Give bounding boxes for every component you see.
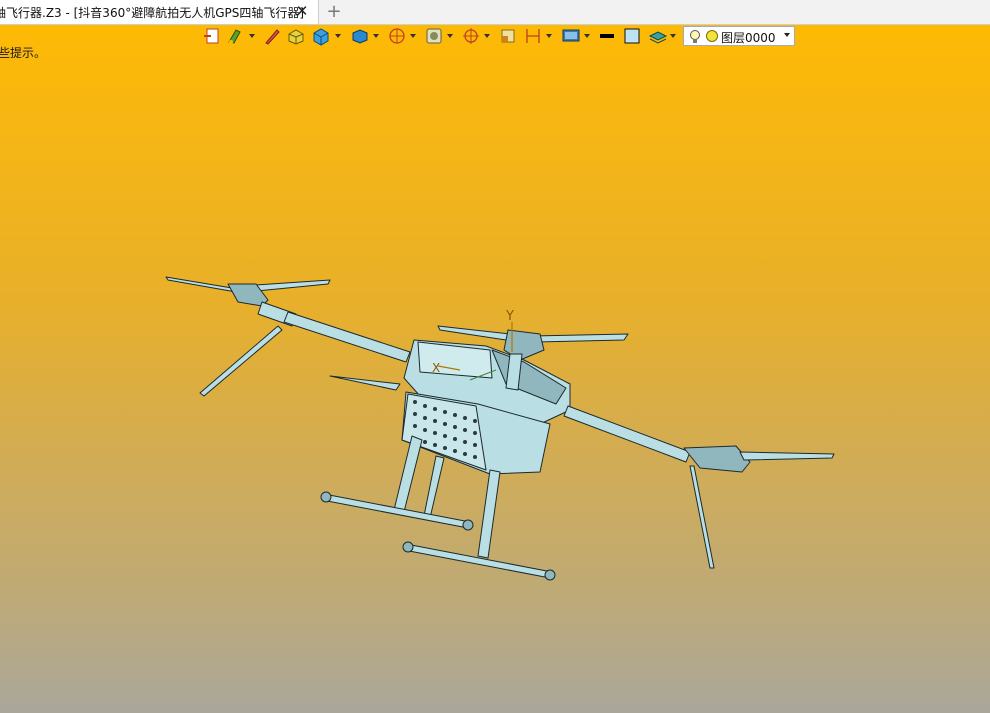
- box-dropdown-icon[interactable]: [335, 34, 341, 38]
- document-tab-title: 轴飞行器.Z3 - [抖音360°避障航拍无人机GPS四轴飞行器]: [0, 6, 305, 20]
- dimension-dropdown-icon[interactable]: [546, 34, 552, 38]
- document-tab[interactable]: 轴飞行器.Z3 - [抖音360°避障航拍无人机GPS四轴飞行器] ✕: [0, 0, 319, 24]
- layer-color-icon[interactable]: [706, 30, 718, 42]
- tab-bar: 轴飞行器.Z3 - [抖音360°避障航拍无人机GPS四轴飞行器] ✕ +: [0, 0, 990, 25]
- axis-x-label: X: [432, 361, 440, 375]
- dimension-icon[interactable]: [523, 26, 543, 48]
- display-dropdown-icon[interactable]: [584, 34, 590, 38]
- target-icon[interactable]: [461, 26, 481, 48]
- cad-application: 轴飞行器.Z3 - [抖音360°避障航拍无人机GPS四轴飞行器] ✕ + Y …: [0, 0, 990, 713]
- insert-file-icon[interactable]: [203, 26, 221, 48]
- layer-stack-dropdown-icon[interactable]: [670, 34, 676, 38]
- sphere-wire-icon[interactable]: [387, 26, 407, 48]
- drone-model[interactable]: Y X: [0, 24, 990, 713]
- chevron-down-icon[interactable]: [784, 33, 790, 37]
- view-cube-icon[interactable]: [350, 26, 370, 48]
- axis-y-label: Y: [505, 309, 514, 324]
- view-dropdown-icon[interactable]: [373, 34, 379, 38]
- solid-box-icon[interactable]: [311, 26, 331, 48]
- layer-name: 图层0000: [721, 31, 776, 45]
- line-color-icon[interactable]: [598, 26, 616, 48]
- close-tab-icon[interactable]: ✕: [294, 2, 310, 20]
- paint-brush-icon[interactable]: [226, 26, 244, 48]
- bulb-icon[interactable]: [689, 29, 701, 49]
- layer-stack-icon[interactable]: [648, 26, 668, 48]
- paint-dropdown-icon[interactable]: [249, 34, 255, 38]
- fill-color-icon[interactable]: [623, 26, 641, 48]
- box-face-icon[interactable]: [286, 26, 306, 48]
- sphere-dropdown-icon[interactable]: [410, 34, 416, 38]
- pen-icon[interactable]: [263, 26, 281, 48]
- 3d-viewport[interactable]: Y X: [0, 24, 990, 713]
- status-hint: 些提示。: [0, 46, 47, 60]
- frame-icon[interactable]: [424, 26, 444, 48]
- display-mode-icon[interactable]: [561, 26, 581, 48]
- target-dropdown-icon[interactable]: [484, 34, 490, 38]
- clip-icon[interactable]: [498, 26, 518, 48]
- layer-select[interactable]: 图层0000: [683, 26, 795, 46]
- new-tab-button[interactable]: +: [324, 1, 344, 23]
- frame-dropdown-icon[interactable]: [447, 34, 453, 38]
